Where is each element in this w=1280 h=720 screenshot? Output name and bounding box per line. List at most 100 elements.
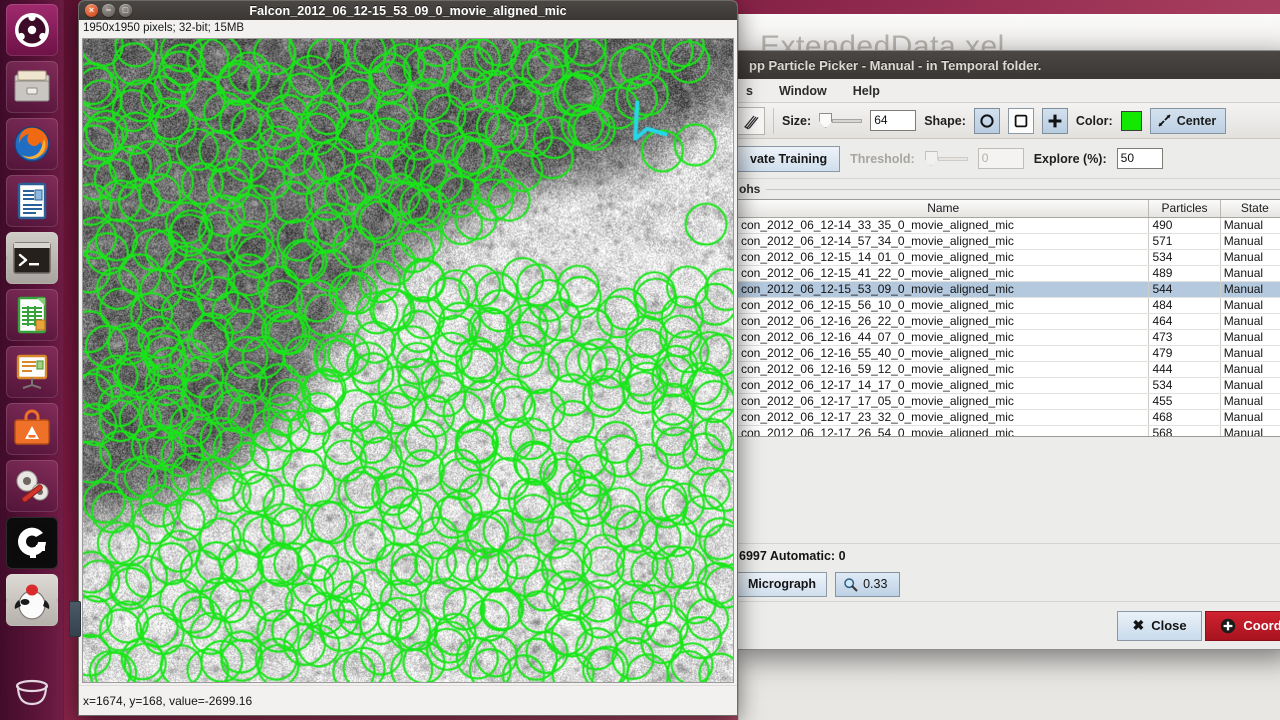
cell-micrograph-name: con_2012_06_12-15_14_01_0_movie_aligned_… xyxy=(738,249,1150,266)
table-row[interactable]: con_2012_06_12-16_26_22_0_movie_aligned_… xyxy=(738,313,1280,330)
table-row[interactable]: con_2012_06_12-17_14_17_0_movie_aligned_… xyxy=(738,377,1280,394)
micrograph-button[interactable]: Micrograph xyxy=(737,571,828,597)
threshold-slider-track xyxy=(937,156,968,161)
window-edge-handle[interactable] xyxy=(69,601,81,637)
imagej-micrograph-window[interactable]: × − □ Falcon_2012_06_12-15_53_09_0_movie… xyxy=(69,0,738,716)
table-row[interactable]: con_2012_06_12-16_44_07_0_movie_aligned_… xyxy=(738,329,1280,346)
close-button[interactable]: ✖ Close xyxy=(1117,610,1202,641)
screen: ExtendedData.xel × − □ Falcon_2012_06_12… xyxy=(0,0,1280,720)
coordinates-button[interactable]: Coordinate xyxy=(1205,610,1280,641)
cell-micrograph-name: con_2012_06_12-17_26_54_0_movie_aligned_… xyxy=(738,425,1150,436)
libreoffice-impress-icon xyxy=(16,354,47,389)
micrographs-table-container[interactable]: Name Particles State con_2012_06_12-14_3… xyxy=(737,199,1280,437)
launcher-item-system-settings[interactable] xyxy=(5,460,58,512)
minimize-icon: − xyxy=(105,5,112,15)
cell-particle-count: 455 xyxy=(1148,393,1221,410)
activate-training-button[interactable]: vate Training xyxy=(737,145,841,172)
cell-particle-count: 464 xyxy=(1148,313,1221,330)
size-slider[interactable] xyxy=(819,113,863,128)
launcher-item-libreoffice-calc[interactable] xyxy=(5,289,58,341)
trash-icon xyxy=(15,679,49,706)
maximize-icon: □ xyxy=(122,5,129,15)
menu-help[interactable]: Help xyxy=(850,83,883,99)
cell-state: Manual xyxy=(1220,281,1280,298)
cell-micrograph-name: con_2012_06_12-17_23_32_0_movie_aligned_… xyxy=(738,409,1150,426)
micrographs-table: Name Particles State con_2012_06_12-14_3… xyxy=(738,200,1280,436)
cell-state: Manual xyxy=(1220,265,1280,282)
table-row[interactable]: con_2012_06_12-15_56_10_0_movie_aligned_… xyxy=(738,297,1280,314)
toolbar-separator xyxy=(773,107,774,134)
table-row[interactable]: con_2012_06_12-14_33_35_0_movie_aligned_… xyxy=(738,217,1280,234)
cell-state: Manual xyxy=(1220,249,1280,266)
color-swatch-button[interactable] xyxy=(1120,110,1142,131)
cell-micrograph-name: con_2012_06_12-16_55_40_0_movie_aligned_… xyxy=(738,345,1150,362)
table-row[interactable]: con_2012_06_12-14_57_34_0_movie_aligned_… xyxy=(738,233,1280,250)
table-row[interactable]: con_2012_06_12-15_53_09_0_movie_aligned_… xyxy=(738,281,1280,298)
launcher-item-libreoffice-writer[interactable] xyxy=(5,175,58,227)
cell-state: Manual xyxy=(1220,393,1280,410)
shape-square-button[interactable] xyxy=(1007,107,1034,134)
center-icon xyxy=(1158,114,1171,127)
micrograph-canvas[interactable] xyxy=(82,38,734,683)
table-row[interactable]: con_2012_06_12-17_23_32_0_movie_aligned_… xyxy=(738,409,1280,426)
launcher-item-libreoffice-impress[interactable] xyxy=(5,346,58,398)
size-slider-thumb[interactable] xyxy=(819,113,833,128)
eraser-tool-button[interactable] xyxy=(737,106,765,135)
size-slider-track[interactable] xyxy=(832,118,863,123)
firefox-icon xyxy=(13,126,50,162)
launcher-item-terminal[interactable] xyxy=(5,232,58,284)
explore-input[interactable]: 50 xyxy=(1116,148,1163,169)
particle-picker-window[interactable]: pp Particle Picker - Manual - in Tempora… xyxy=(734,50,1280,650)
launcher-item-java-duke[interactable] xyxy=(5,574,58,626)
shape-label: Shape: xyxy=(924,113,966,128)
size-label: Size: xyxy=(782,113,812,128)
table-row[interactable]: con_2012_06_12-16_59_12_0_movie_aligned_… xyxy=(738,361,1280,378)
threshold-slider xyxy=(924,151,968,166)
ubuntu-software-icon xyxy=(13,409,50,445)
column-header-particles[interactable]: Particles xyxy=(1148,200,1221,218)
window-controls: × − □ xyxy=(85,4,132,17)
maximize-window-button[interactable]: □ xyxy=(119,4,132,17)
launcher-item-scipion[interactable] xyxy=(5,517,58,569)
explore-label: Explore (%): xyxy=(1033,151,1107,166)
column-header-name[interactable]: Name xyxy=(738,200,1150,218)
center-button[interactable]: Center xyxy=(1149,107,1227,134)
cell-state: Manual xyxy=(1220,233,1280,250)
micrographs-section-label: ohs xyxy=(735,179,1280,199)
table-row[interactable]: con_2012_06_12-15_41_22_0_movie_aligned_… xyxy=(738,265,1280,282)
launcher-item-ubuntu-dash[interactable] xyxy=(5,4,58,56)
minimize-window-button[interactable]: − xyxy=(102,4,115,17)
size-input[interactable]: 64 xyxy=(870,110,917,131)
table-row[interactable]: con_2012_06_12-17_17_05_0_movie_aligned_… xyxy=(738,393,1280,410)
eraser-icon xyxy=(744,115,759,130)
cell-state: Manual xyxy=(1220,361,1280,378)
cell-particle-count: 544 xyxy=(1148,281,1221,298)
libreoffice-calc-icon xyxy=(17,296,46,334)
shape-circle-button[interactable] xyxy=(973,107,1000,134)
picker-menubar: s Window Help xyxy=(735,79,1280,103)
picker-titlebar[interactable]: pp Particle Picker - Manual - in Tempora… xyxy=(735,51,1280,79)
launcher-item-ubuntu-software[interactable] xyxy=(5,403,58,455)
launcher-item-files[interactable] xyxy=(5,61,58,113)
menu-window[interactable]: Window xyxy=(776,83,830,99)
plus-circle-icon xyxy=(1221,618,1236,633)
imagej-canvas-area[interactable] xyxy=(79,38,737,685)
cell-state: Manual xyxy=(1220,297,1280,314)
shape-cross-button[interactable] xyxy=(1041,107,1068,134)
table-row[interactable]: con_2012_06_12-16_55_40_0_movie_aligned_… xyxy=(738,345,1280,362)
zoom-control[interactable]: 0.33 xyxy=(835,571,901,597)
cell-micrograph-name: con_2012_06_12-14_33_35_0_movie_aligned_… xyxy=(738,217,1150,234)
java-duke-icon xyxy=(14,584,49,620)
cell-particle-count: 468 xyxy=(1148,409,1221,426)
table-row[interactable]: con_2012_06_12-15_14_01_0_movie_aligned_… xyxy=(738,249,1280,266)
launcher-item-trash[interactable] xyxy=(6,666,58,718)
cell-particle-count: 479 xyxy=(1148,345,1221,362)
center-button-label: Center xyxy=(1176,113,1217,128)
close-window-button[interactable]: × xyxy=(85,4,98,17)
cell-particle-count: 484 xyxy=(1148,297,1221,314)
table-row[interactable]: con_2012_06_12-17_26_54_0_movie_aligned_… xyxy=(738,425,1280,436)
menu-filters[interactable]: s xyxy=(743,83,756,99)
column-header-state[interactable]: State xyxy=(1220,200,1280,218)
imagej-titlebar[interactable]: × − □ Falcon_2012_06_12-15_53_09_0_movie… xyxy=(79,1,737,20)
launcher-item-firefox[interactable] xyxy=(5,118,58,170)
